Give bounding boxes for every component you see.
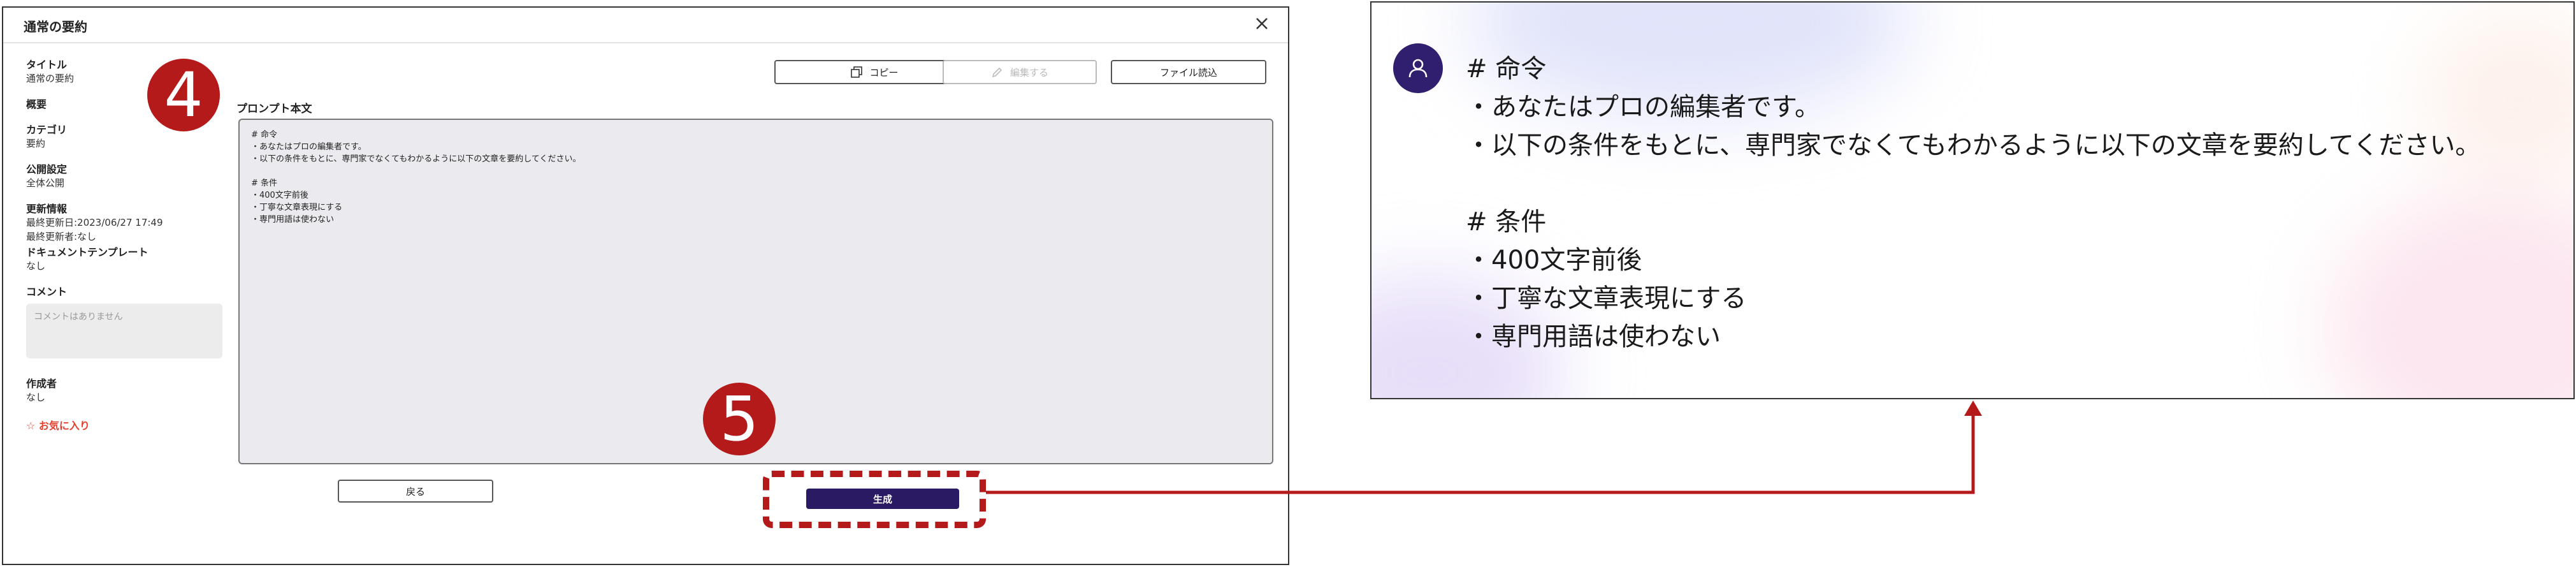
prompt-label: プロンプト本文 <box>236 103 312 115</box>
step-4-marker: 4 <box>147 59 220 131</box>
output-text: # 命令 ・あなたはプロの編集者です。 ・以下の条件をもとに、専門家でなくてもわ… <box>1466 50 2480 356</box>
template-group: ドキュメントテンプレート なし <box>26 246 224 273</box>
edit-button[interactable]: 編集する <box>943 60 1097 84</box>
output-line: # 条件 <box>1466 207 1547 237</box>
author-value: なし <box>26 392 46 403</box>
back-button[interactable]: 戻る <box>338 480 493 503</box>
prompt-line <box>251 165 1261 177</box>
output-line: ・あなたはプロの編集者です。 <box>1466 92 1820 122</box>
prompt-line: # 条件 <box>251 179 278 188</box>
output-line: # 命令 <box>1466 54 1547 84</box>
user-avatar <box>1393 43 1443 93</box>
prompt-line: ・400文字前後 <box>251 191 308 200</box>
prompt-line: ・以下の条件をもとに、専門家でなくてもわかるように以下の文章を要約してください。 <box>251 154 581 164</box>
prompt-line: ・丁寧な文章表現にする <box>251 203 343 212</box>
copy-button-label: コピー <box>869 66 899 78</box>
file-load-button-label: ファイル読込 <box>1159 66 1217 78</box>
dialog-title: 通常の要約 <box>24 19 87 34</box>
favorite-toggle[interactable]: ☆ お気に入り <box>26 417 224 432</box>
template-value: なし <box>26 260 46 272</box>
screenshot-stage: 通常の要約 タイトル 通常の要約 概要 カテゴリ 要約 公開設定 全体公開 更新… <box>0 0 2576 567</box>
comment-box: コメントはありません <box>26 304 222 358</box>
output-line: ・以下の条件をもとに、専門家でなくてもわかるように以下の文章を要約してください。 <box>1466 131 2481 160</box>
close-icon[interactable] <box>1252 14 1271 33</box>
category-value: 要約 <box>26 138 46 149</box>
comment-group: コメント コメントはありません <box>26 286 224 358</box>
last-updated: 最終更新日:2023/06/27 17:49 <box>26 217 163 228</box>
output-line: ・400文字前後 <box>1466 246 1642 275</box>
edit-button-label: 編集する <box>1009 66 1048 78</box>
dialog-header: 通常の要約 <box>3 8 1288 43</box>
prompt-line: ・専門用語は使わない <box>251 215 335 225</box>
prompt-line: # 命令 <box>251 130 278 140</box>
author-label: 作成者 <box>26 378 57 390</box>
visibility-label: 公開設定 <box>26 163 68 175</box>
last-updater: 最終更新者:なし <box>26 231 97 242</box>
pencil-icon <box>992 67 1002 78</box>
visibility-value: 全体公開 <box>26 177 65 189</box>
prompt-detail-dialog: 通常の要約 タイトル 通常の要約 概要 カテゴリ 要約 公開設定 全体公開 更新… <box>2 6 1289 565</box>
visibility-group: 公開設定 全体公開 <box>26 163 224 190</box>
output-line: ・専門用語は使わない <box>1466 322 1721 351</box>
generate-button[interactable]: 生成 <box>806 489 959 509</box>
template-label: ドキュメントテンプレート <box>26 246 148 258</box>
copy-icon <box>851 66 863 78</box>
file-load-button[interactable]: ファイル読込 <box>1111 60 1266 84</box>
prompt-line: ・あなたはプロの編集者です。 <box>251 142 366 152</box>
user-icon <box>1408 59 1428 78</box>
comment-label: コメント <box>26 286 68 298</box>
step-5-marker: 5 <box>703 383 776 455</box>
generated-output-panel: # 命令 ・あなたはプロの編集者です。 ・以下の条件をもとに、専門家でなくてもわ… <box>1370 1 2575 399</box>
update-group: 更新情報 最終更新日:2023/06/27 17:49 最終更新者:なし <box>26 203 224 244</box>
author-group: 作成者 なし <box>26 378 224 404</box>
update-label: 更新情報 <box>26 203 68 215</box>
output-line: ・丁寧な文章表現にする <box>1466 284 1747 313</box>
